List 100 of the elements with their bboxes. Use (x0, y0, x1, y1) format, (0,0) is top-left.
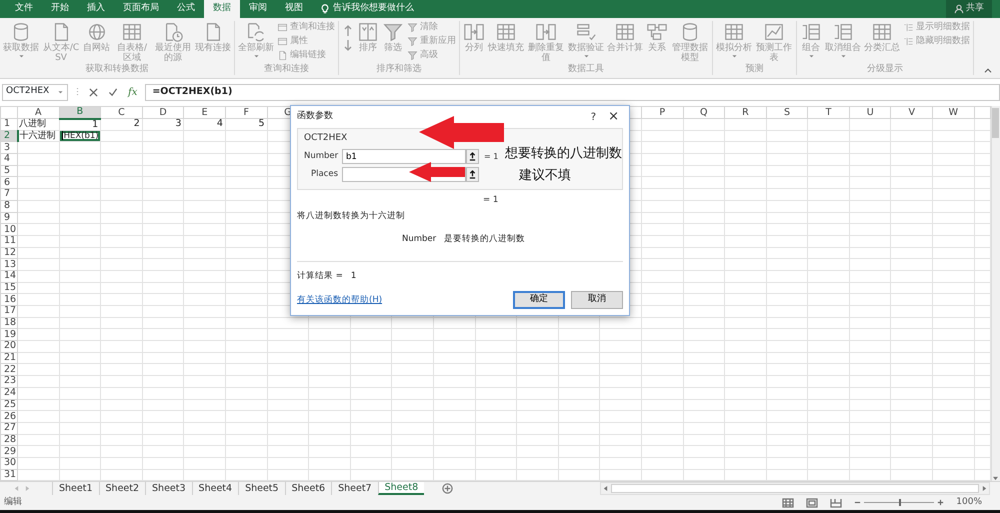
column-header[interactable]: W (932, 106, 974, 118)
cancel-button[interactable]: 取消 (571, 291, 623, 309)
cell-value[interactable]: 十六进制 (18, 130, 60, 142)
document-icon (277, 50, 288, 60)
row-header[interactable]: 23 (0, 376, 18, 388)
page-break-icon[interactable] (830, 498, 842, 508)
row-header[interactable]: 21 (0, 352, 18, 364)
column-header[interactable]: B (59, 106, 101, 118)
row-header[interactable]: 2 (0, 130, 18, 142)
row-header[interactable]: 14 (0, 270, 18, 282)
column-header[interactable]: E (184, 106, 226, 118)
column-header[interactable]: U (849, 106, 891, 118)
row-header[interactable]: 18 (0, 317, 18, 329)
active-cell[interactable]: HEX(b1) (59, 130, 101, 142)
row-header[interactable]: 17 (0, 306, 18, 318)
upload-arrow-icon (469, 152, 476, 161)
row-header[interactable]: 13 (0, 258, 18, 270)
cell-value[interactable]: 4 (184, 118, 226, 130)
row-header[interactable]: 7 (0, 188, 18, 200)
row-header[interactable]: 3 (0, 142, 18, 154)
row-header[interactable]: 15 (0, 282, 18, 294)
zoom-in-icon[interactable] (937, 499, 944, 506)
ribbon-tab[interactable]: 插入 (78, 0, 114, 18)
row-header[interactable]: 25 (0, 399, 18, 411)
cell-value[interactable]: 2 (100, 118, 142, 130)
ribbon-tab[interactable]: 页面布局 (114, 0, 168, 18)
share-button[interactable]: 共享 (946, 0, 992, 18)
cell-value[interactable]: 1 (59, 118, 101, 130)
row-header[interactable]: 27 (0, 422, 18, 434)
zoom-slider-thumb[interactable] (899, 499, 902, 506)
row-header[interactable]: 1 (0, 118, 18, 130)
formula-field[interactable]: =OCT2HEX(b1) (145, 84, 1000, 100)
row-header[interactable]: 10 (0, 224, 18, 236)
ribbon-tab[interactable]: 数据 (204, 0, 240, 18)
caret-icon (730, 53, 738, 59)
row-header[interactable]: 20 (0, 340, 18, 352)
down-arrow-icon[interactable] (992, 476, 1000, 481)
zoom-out-icon[interactable] (854, 499, 862, 506)
column-header[interactable]: C (100, 106, 142, 118)
column-header[interactable]: P (641, 106, 683, 118)
row-header[interactable]: 19 (0, 328, 18, 341)
row-header[interactable]: 30 (0, 457, 18, 470)
right-arrow-icon[interactable] (982, 485, 987, 492)
ok-button[interactable]: 确定 (513, 291, 565, 309)
close-button[interactable]: × (604, 107, 623, 127)
row-header[interactable]: 29 (0, 446, 18, 458)
help-link[interactable]: 有关该函数的帮助(H) (297, 294, 382, 306)
column-header[interactable]: R (724, 106, 766, 118)
row-header[interactable]: 28 (0, 434, 18, 446)
row-header[interactable]: 5 (0, 165, 18, 177)
insert-function-button[interactable]: fx (128, 84, 138, 100)
cell-value[interactable]: 八进制 (18, 118, 60, 130)
caret-icon (808, 53, 814, 59)
column-header[interactable]: S (766, 106, 808, 118)
column-header[interactable]: A (18, 106, 60, 118)
row-header[interactable]: 22 (0, 364, 18, 376)
argument-result: = 1 (484, 150, 498, 162)
column-header[interactable]: D (142, 106, 184, 118)
range-select-button[interactable] (466, 167, 479, 182)
ribbon-tab[interactable]: 开始 (42, 0, 78, 18)
search-prompt[interactable]: 告诉我你想要做什么 (333, 2, 414, 16)
row-header[interactable]: 16 (0, 294, 18, 306)
columns-icon (463, 21, 485, 43)
row-header[interactable]: 26 (0, 410, 18, 422)
normal-view-icon[interactable] (782, 498, 794, 508)
left-arrow-icon[interactable] (603, 485, 608, 492)
row-header[interactable]: 4 (0, 154, 18, 166)
cell-value[interactable]: 3 (142, 118, 184, 130)
row-header[interactable]: 12 (0, 247, 18, 259)
row-header[interactable]: 24 (0, 387, 18, 399)
check-icon[interactable] (108, 88, 118, 96)
cancel-icon[interactable] (89, 88, 98, 96)
column-header[interactable]: F (225, 106, 268, 118)
scrollbar-thumb[interactable] (992, 108, 1000, 138)
add-sheet-button[interactable] (442, 482, 454, 495)
lightbulb-icon (320, 4, 330, 14)
name-box[interactable]: OCT2HEX (2, 84, 68, 100)
column-header[interactable]: V (890, 106, 933, 118)
column-header[interactable]: T (808, 106, 850, 118)
row-header[interactable]: 11 (0, 235, 18, 248)
ribbon-tab[interactable]: 文件 (6, 0, 42, 18)
range-select-button[interactable] (466, 149, 479, 164)
row-header[interactable]: 6 (0, 176, 18, 189)
plus-circle-icon (442, 483, 454, 494)
group-label: 预测 (744, 64, 764, 75)
page-layout-icon[interactable] (806, 498, 818, 508)
sheet-tab[interactable]: Sheet8 (378, 482, 424, 495)
cell-value[interactable]: 5 (225, 118, 268, 130)
sort-icon (357, 21, 379, 43)
row-header[interactable]: 9 (0, 212, 18, 224)
ribbon-tab[interactable]: 审阅 (240, 0, 276, 18)
input-field[interactable]: b1 (342, 149, 466, 164)
ribbon-tab[interactable]: 视图 (276, 0, 312, 18)
help-button[interactable]: ? (582, 110, 604, 124)
ribbon-tab[interactable]: 公式 (168, 0, 204, 18)
row-header[interactable]: 8 (0, 200, 18, 212)
result-label: 计算结果 = (297, 270, 343, 283)
zoom-level[interactable]: 100% (956, 496, 982, 510)
horizontal-scrollbar[interactable] (600, 482, 990, 495)
column-header[interactable]: Q (683, 106, 725, 118)
